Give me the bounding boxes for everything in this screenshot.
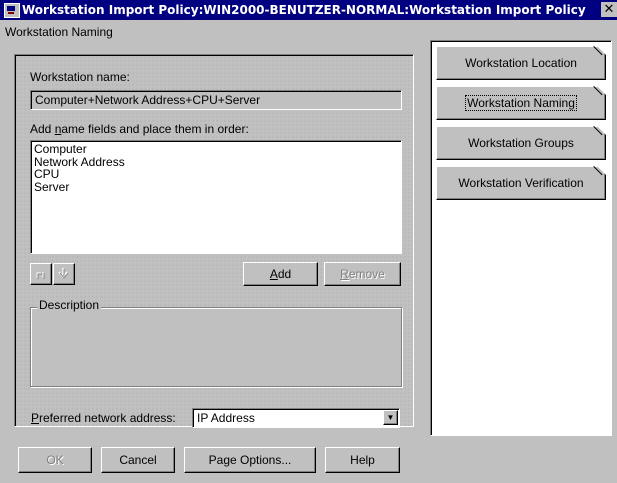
name-fields-list[interactable]: Computer Network Address CPU Server: [30, 140, 402, 254]
tab-workstation-groups[interactable]: Workstation Groups: [436, 126, 606, 160]
tab-workstation-location[interactable]: Workstation Location: [436, 46, 606, 80]
page-options-button[interactable]: Page Options...: [184, 447, 316, 473]
list-item[interactable]: CPU: [34, 168, 398, 181]
close-icon[interactable]: ✕: [601, 2, 617, 17]
help-button[interactable]: Help: [325, 447, 400, 473]
cancel-button[interactable]: Cancel: [101, 447, 175, 473]
description-legend: Description: [37, 298, 102, 312]
app-icon[interactable]: [4, 3, 20, 18]
window-title: Workstation Import Policy:WIN2000-BENUTZ…: [22, 3, 586, 17]
remove-button[interactable]: Remove: [324, 262, 401, 286]
list-item[interactable]: Server: [34, 180, 398, 194]
preferred-address-label: Preferred network address:: [31, 411, 176, 425]
move-down-icon: [58, 268, 69, 279]
description-group: [30, 307, 402, 387]
tab-workstation-naming[interactable]: Workstation Naming: [436, 86, 606, 120]
add-button[interactable]: Add: [243, 262, 318, 286]
preferred-address-value: IP Address: [197, 411, 255, 425]
workstation-name-label: Workstation name:: [30, 70, 130, 84]
name-fields-label: Add name fields and place them in order:: [30, 122, 249, 136]
list-item[interactable]: Network Address: [34, 155, 398, 169]
move-up-icon: [36, 272, 45, 279]
preferred-address-select[interactable]: IP Address ▼: [192, 408, 400, 428]
tab-workstation-verification[interactable]: Workstation Verification: [436, 166, 606, 200]
workstation-name-field: Computer+Network Address+CPU+Server: [30, 90, 402, 110]
move-down-button[interactable]: [53, 263, 75, 285]
page-heading: Workstation Naming: [5, 25, 113, 39]
title-bar[interactable]: Workstation Import Policy:WIN2000-BENUTZ…: [0, 0, 617, 20]
move-up-button[interactable]: [30, 263, 52, 285]
list-item[interactable]: Computer: [34, 143, 398, 156]
dropdown-arrow-icon[interactable]: ▼: [383, 410, 398, 425]
ok-button[interactable]: OK: [18, 447, 92, 473]
